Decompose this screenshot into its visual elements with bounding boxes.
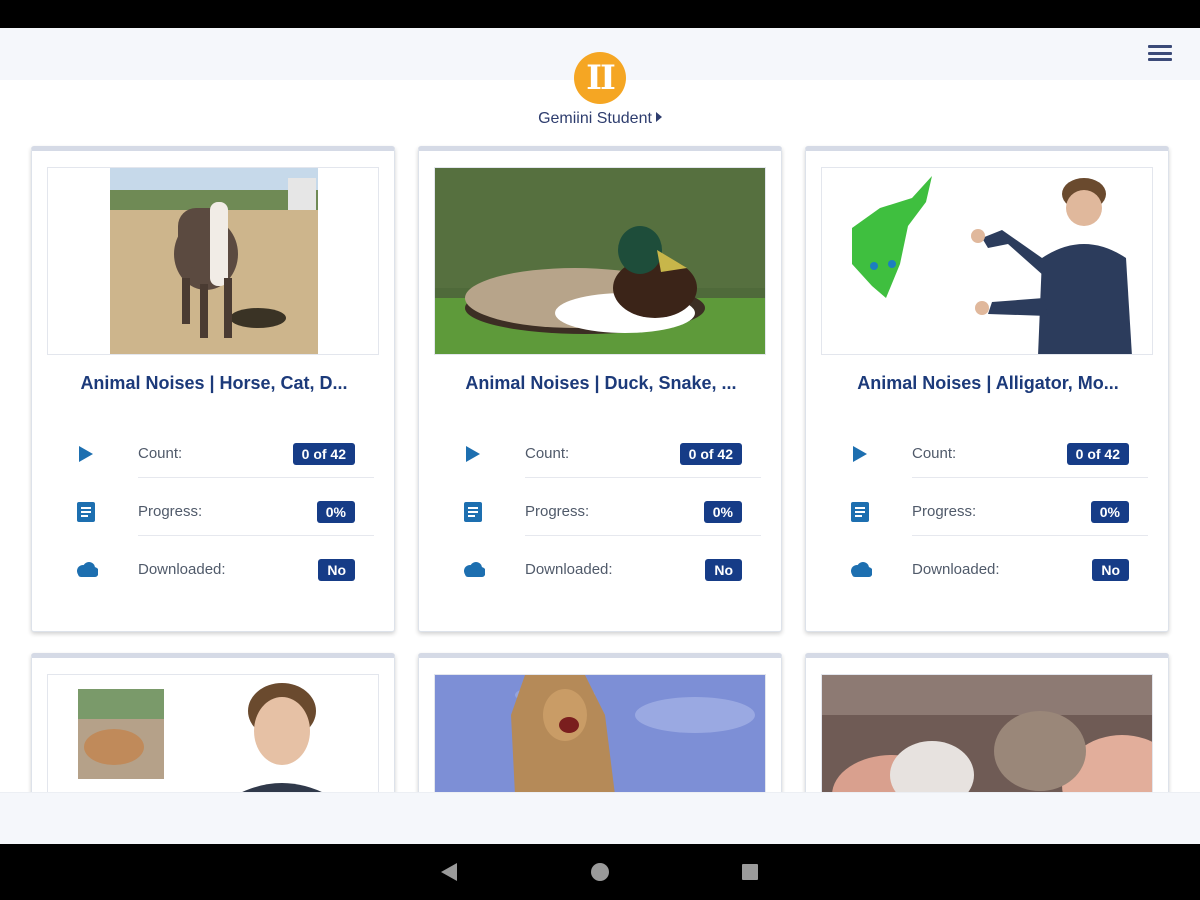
count-label: Count: <box>138 445 183 462</box>
lesson-card[interactable]: Animal Noises | Alligator, Mo... Count: … <box>805 146 1169 632</box>
progress-row: Progress: 0% <box>32 492 396 536</box>
bottom-bar <box>0 792 1200 844</box>
downloaded-label: Downloaded: <box>525 561 613 578</box>
progress-badge: 0% <box>1090 501 1129 523</box>
divider <box>138 477 374 478</box>
logo-text: II <box>586 58 616 98</box>
progress-label: Progress: <box>525 503 590 520</box>
progress-label: Progress: <box>912 503 977 520</box>
document-icon <box>461 500 485 524</box>
divider <box>912 477 1148 478</box>
lesson-title[interactable]: Animal Noises | Horse, Cat, D... <box>42 373 386 394</box>
lesson-thumbnail[interactable] <box>821 167 1153 355</box>
downloaded-row: Downloaded: No <box>32 550 396 590</box>
count-row: Count: 0 of 42 <box>419 434 783 478</box>
document-icon <box>74 500 98 524</box>
cloud-icon <box>848 558 872 582</box>
system-nav-bar <box>0 844 1200 900</box>
downloaded-label: Downloaded: <box>138 561 226 578</box>
count-label: Count: <box>912 445 957 462</box>
lesson-title[interactable]: Animal Noises | Alligator, Mo... <box>816 373 1160 394</box>
count-badge: 0 of 42 <box>292 443 355 465</box>
progress-label: Progress: <box>138 503 203 520</box>
lesson-thumbnail[interactable] <box>47 167 379 355</box>
play-icon <box>848 442 872 466</box>
divider <box>525 477 761 478</box>
count-label: Count: <box>525 445 570 462</box>
downloaded-badge: No <box>1092 559 1129 581</box>
home-icon[interactable] <box>591 863 609 881</box>
divider <box>912 535 1148 536</box>
count-badge: 0 of 42 <box>679 443 742 465</box>
user-menu[interactable]: Gemiini Student <box>0 110 1200 128</box>
gemiini-logo[interactable]: II <box>574 52 626 104</box>
lesson-title[interactable]: Animal Noises | Duck, Snake, ... <box>429 373 773 394</box>
lesson-card[interactable]: Animal Noises | Horse, Cat, D... Count: … <box>31 146 395 632</box>
count-row: Count: 0 of 42 <box>32 434 396 478</box>
downloaded-row: Downloaded: No <box>419 550 783 590</box>
user-menu-label: Gemiini Student <box>538 110 652 127</box>
recents-icon[interactable] <box>742 864 758 880</box>
downloaded-badge: No <box>318 559 355 581</box>
document-icon <box>848 500 872 524</box>
hamburger-menu-icon[interactable] <box>1148 44 1172 62</box>
lesson-card[interactable]: Animal Noises | Duck, Snake, ... Count: … <box>418 146 782 632</box>
status-bar <box>0 0 1200 28</box>
caret-right-icon <box>655 112 662 122</box>
downloaded-label: Downloaded: <box>912 561 1000 578</box>
count-badge: 0 of 42 <box>1066 443 1129 465</box>
progress-badge: 0% <box>703 501 742 523</box>
progress-row: Progress: 0% <box>806 492 1170 536</box>
progress-badge: 0% <box>316 501 355 523</box>
downloaded-badge: No <box>705 559 742 581</box>
play-icon <box>74 442 98 466</box>
downloaded-row: Downloaded: No <box>806 550 1170 590</box>
back-icon[interactable] <box>441 863 457 881</box>
count-row: Count: 0 of 42 <box>806 434 1170 478</box>
play-icon <box>461 442 485 466</box>
cloud-icon <box>74 558 98 582</box>
app-screen: II Gemiini Student Animal Noises | Horse… <box>0 28 1200 844</box>
progress-row: Progress: 0% <box>419 492 783 536</box>
lesson-thumbnail[interactable] <box>434 167 766 355</box>
divider <box>138 535 374 536</box>
divider <box>525 535 761 536</box>
cloud-icon <box>461 558 485 582</box>
